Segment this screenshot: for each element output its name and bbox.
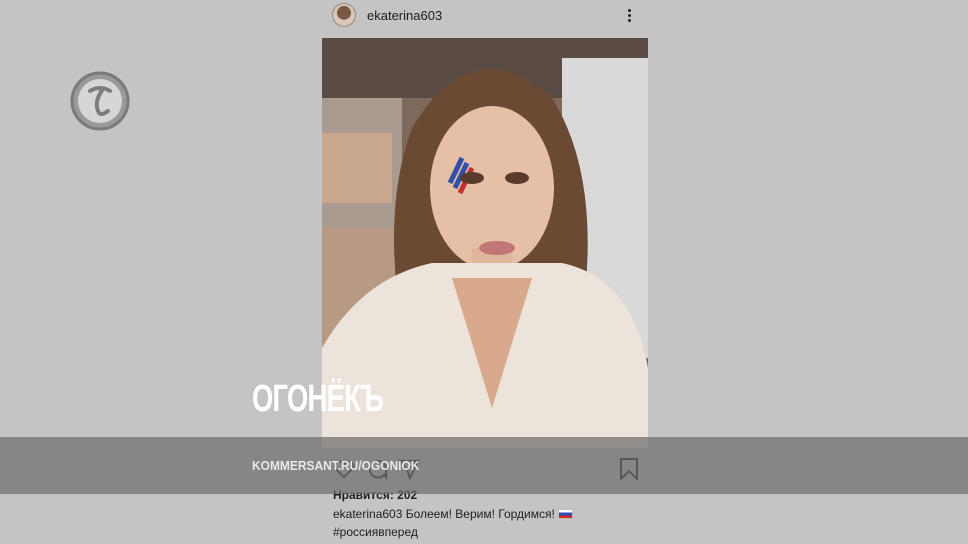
more-vertical-icon[interactable] [624, 8, 634, 24]
brand-title: ОГОНЁКЪ [252, 378, 384, 420]
caption-username[interactable]: ekaterina603 [333, 507, 402, 521]
hashtag-link[interactable]: #россиявперед [333, 525, 418, 539]
brand-url: KOMMERSANT.RU/OGONIOK [252, 458, 420, 473]
russian-flag-icon [557, 509, 573, 519]
post-caption: ekaterina603 Болеем! Верим! Гордимся! [333, 507, 573, 521]
avatar[interactable] [332, 3, 356, 27]
watermark-band [0, 437, 968, 494]
caption-text: Болеем! Верим! Гордимся! [402, 507, 555, 521]
post-username[interactable]: ekaterina603 [367, 8, 442, 23]
kommersant-logo [70, 71, 130, 131]
post-header: ekaterina603 [322, 0, 648, 38]
